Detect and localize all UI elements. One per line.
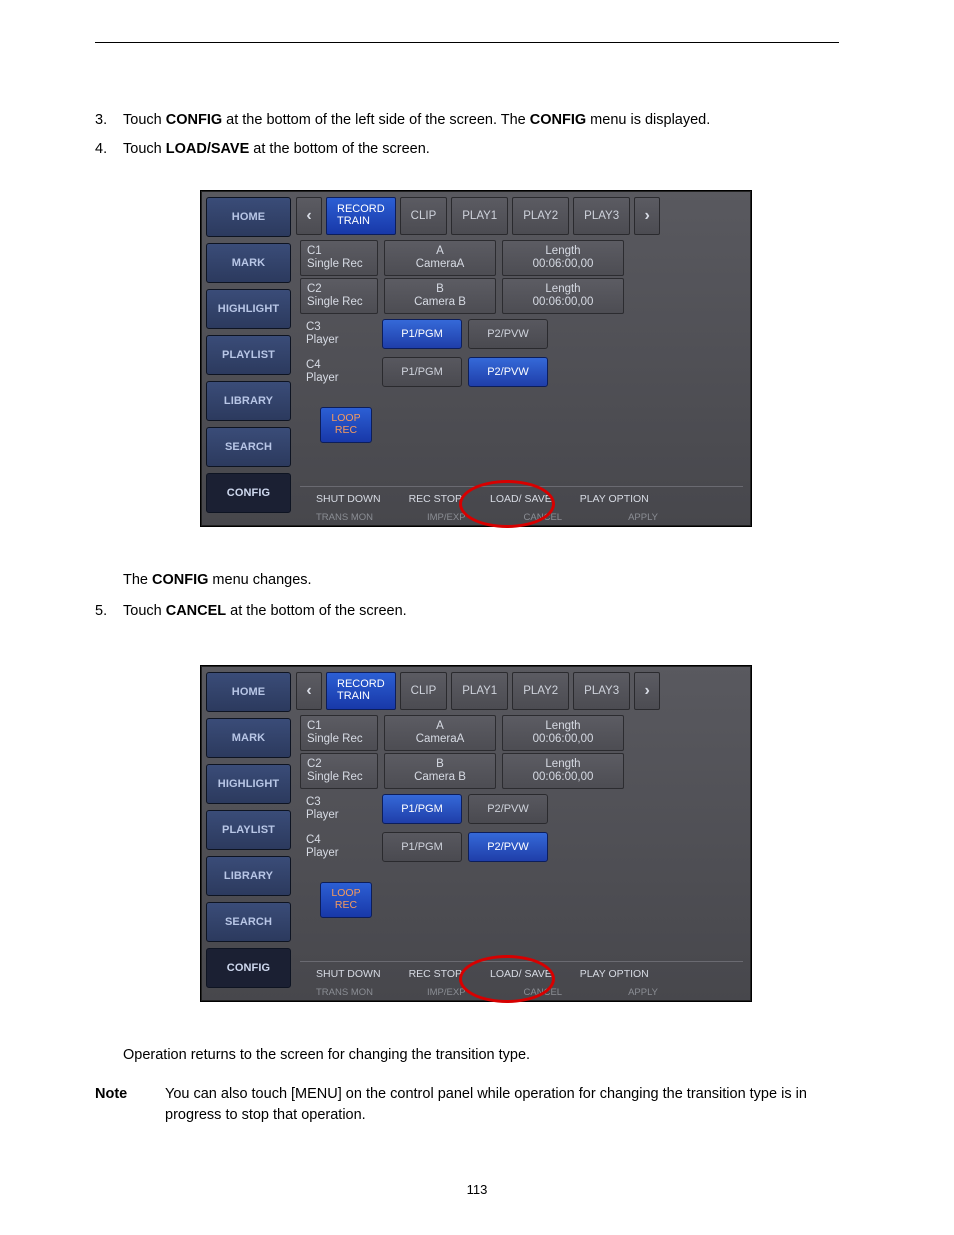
imp-exp-button[interactable]: IMP/EXP <box>427 987 466 998</box>
length-cell[interactable]: Length00:06:00,00 <box>502 278 624 314</box>
apply-button[interactable]: APPLY <box>628 512 658 523</box>
channel-id: C2Single Rec <box>300 753 378 789</box>
sidebar-home[interactable]: HOME <box>206 672 291 712</box>
length-cell[interactable]: Length00:06:00,00 <box>502 715 624 751</box>
tab-clip[interactable]: CLIP <box>400 197 448 235</box>
tab-play1[interactable]: PLAY1 <box>451 672 508 710</box>
step-text: Touch LOAD/SAVE at the bottom of the scr… <box>123 139 839 160</box>
sidebar-highlight[interactable]: HIGHLIGHT <box>206 289 291 329</box>
camera-name[interactable]: ACameraA <box>384 715 496 751</box>
cancel-button[interactable]: CANCEL <box>524 987 563 998</box>
loop-rec-button[interactable]: LOOP REC <box>320 407 372 443</box>
sidebar: HOME MARK HIGHLIGHT PLAYLIST LIBRARY SEA… <box>201 191 296 526</box>
load-save-button[interactable]: LOAD/ SAVE <box>490 493 552 505</box>
tab-prev[interactable]: ‹ <box>296 672 322 710</box>
sidebar: HOME MARK HIGHLIGHT PLAYLIST LIBRARY SEA… <box>201 666 296 1001</box>
sidebar-search[interactable]: SEARCH <box>206 902 291 942</box>
page-number: 113 <box>0 1182 954 1197</box>
bottom-menu: SHUT DOWN REC STOP LOAD/ SAVE PLAY OPTIO… <box>300 961 743 1001</box>
load-save-button[interactable]: LOAD/ SAVE <box>490 968 552 980</box>
cancel-button[interactable]: CANCEL <box>524 512 563 523</box>
step-number: 4. <box>95 139 123 160</box>
bottom-menu: SHUT DOWN REC STOP LOAD/ SAVE PLAY OPTIO… <box>300 486 743 526</box>
channel-id: C3Player <box>300 317 376 351</box>
step-text: Touch CANCEL at the bottom of the screen… <box>123 601 839 622</box>
sidebar-highlight[interactable]: HIGHLIGHT <box>206 764 291 804</box>
tab-play2[interactable]: PLAY2 <box>512 672 569 710</box>
body-text: Operation returns to the screen for chan… <box>123 1045 839 1066</box>
p1-pgm-button[interactable]: P1/PGM <box>382 794 462 824</box>
tab-record-train[interactable]: RECORD TRAIN <box>326 672 396 710</box>
tab-play3[interactable]: PLAY3 <box>573 672 630 710</box>
sidebar-library[interactable]: LIBRARY <box>206 381 291 421</box>
channel-row-c3: C3Player P1/PGM P2/PVW <box>300 792 743 826</box>
sidebar-search[interactable]: SEARCH <box>206 427 291 467</box>
tab-next[interactable]: › <box>634 197 660 235</box>
top-tabs: ‹ RECORD TRAIN CLIP PLAY1 PLAY2 PLAY3 › <box>296 191 751 235</box>
step-text: Touch CONFIG at the bottom of the left s… <box>123 110 839 131</box>
trans-mon-button[interactable]: TRANS MON <box>316 987 373 998</box>
channel-row-c4: C4Player P1/PGM P2/PVW <box>300 355 743 389</box>
tab-play2[interactable]: PLAY2 <box>512 197 569 235</box>
channel-row-c4: C4Player P1/PGM P2/PVW <box>300 830 743 864</box>
shut-down-button[interactable]: SHUT DOWN <box>316 968 381 980</box>
sidebar-config[interactable]: CONFIG <box>206 473 291 513</box>
channel-row-c2: C2Single Rec BCamera B Length00:06:00,00 <box>300 754 743 788</box>
top-tabs: ‹ RECORD TRAIN CLIP PLAY1 PLAY2 PLAY3 › <box>296 666 751 710</box>
channel-id: C1Single Rec <box>300 715 378 751</box>
config-screen-2: HOME MARK HIGHLIGHT PLAYLIST LIBRARY SEA… <box>200 665 752 1002</box>
channel-row-c1: C1Single Rec ACameraA Length00:06:00,00 <box>300 241 743 275</box>
sidebar-playlist[interactable]: PLAYLIST <box>206 335 291 375</box>
p2-pvw-button[interactable]: P2/PVW <box>468 832 548 862</box>
p2-pvw-button[interactable]: P2/PVW <box>468 357 548 387</box>
sidebar-playlist[interactable]: PLAYLIST <box>206 810 291 850</box>
imp-exp-button[interactable]: IMP/EXP <box>427 512 466 523</box>
channel-row-c1: C1Single Rec ACameraA Length00:06:00,00 <box>300 716 743 750</box>
channel-row-c2: C2Single Rec BCamera B Length00:06:00,00 <box>300 279 743 313</box>
play-option-button[interactable]: PLAY OPTION <box>580 968 649 980</box>
camera-name[interactable]: BCamera B <box>384 278 496 314</box>
step-number: 5. <box>95 601 123 622</box>
tab-clip[interactable]: CLIP <box>400 672 448 710</box>
p2-pvw-button[interactable]: P2/PVW <box>468 794 548 824</box>
channel-row-c3: C3Player P1/PGM P2/PVW <box>300 317 743 351</box>
channel-id: C1Single Rec <box>300 240 378 276</box>
loop-rec-button[interactable]: LOOP REC <box>320 882 372 918</box>
tab-record-train[interactable]: RECORD TRAIN <box>326 197 396 235</box>
note-label: Note <box>95 1084 165 1126</box>
length-cell[interactable]: Length00:06:00,00 <box>502 240 624 276</box>
p1-pgm-button[interactable]: P1/PGM <box>382 832 462 862</box>
channel-id: C3Player <box>300 792 376 826</box>
sidebar-config[interactable]: CONFIG <box>206 948 291 988</box>
body-text: The CONFIG menu changes. <box>123 570 839 591</box>
camera-name[interactable]: ACameraA <box>384 240 496 276</box>
tab-next[interactable]: › <box>634 672 660 710</box>
rec-stop-button[interactable]: REC STOP <box>409 493 462 505</box>
camera-name[interactable]: BCamera B <box>384 753 496 789</box>
sidebar-library[interactable]: LIBRARY <box>206 856 291 896</box>
config-screen-1: HOME MARK HIGHLIGHT PLAYLIST LIBRARY SEA… <box>200 190 752 527</box>
tab-play3[interactable]: PLAY3 <box>573 197 630 235</box>
trans-mon-button[interactable]: TRANS MON <box>316 512 373 523</box>
sidebar-home[interactable]: HOME <box>206 197 291 237</box>
p1-pgm-button[interactable]: P1/PGM <box>382 357 462 387</box>
p2-pvw-button[interactable]: P2/PVW <box>468 319 548 349</box>
apply-button[interactable]: APPLY <box>628 987 658 998</box>
play-option-button[interactable]: PLAY OPTION <box>580 493 649 505</box>
tab-play1[interactable]: PLAY1 <box>451 197 508 235</box>
length-cell[interactable]: Length00:06:00,00 <box>502 753 624 789</box>
channel-id: C4Player <box>300 355 376 389</box>
p1-pgm-button[interactable]: P1/PGM <box>382 319 462 349</box>
sidebar-mark[interactable]: MARK <box>206 243 291 283</box>
channel-id: C2Single Rec <box>300 278 378 314</box>
step-number: 3. <box>95 110 123 131</box>
channel-id: C4Player <box>300 830 376 864</box>
note-body: You can also touch [MENU] on the control… <box>165 1084 839 1126</box>
tab-prev[interactable]: ‹ <box>296 197 322 235</box>
shut-down-button[interactable]: SHUT DOWN <box>316 493 381 505</box>
sidebar-mark[interactable]: MARK <box>206 718 291 758</box>
rec-stop-button[interactable]: REC STOP <box>409 968 462 980</box>
